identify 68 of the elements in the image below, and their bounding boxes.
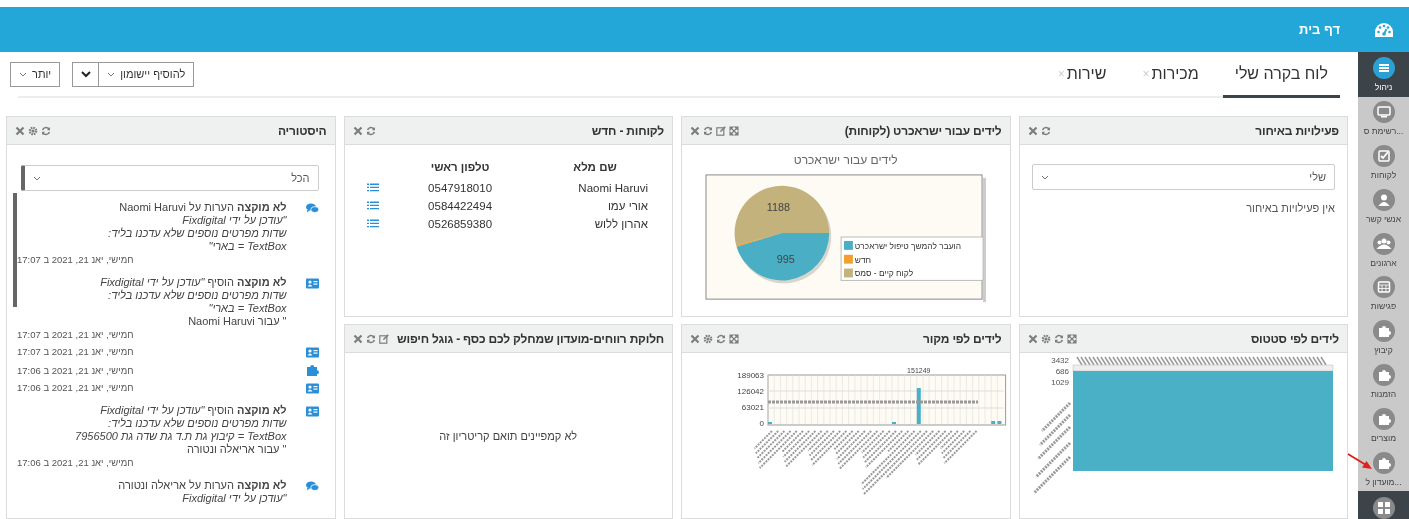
table-cell-text: אורי עמו: [606, 199, 649, 214]
sidebar-item[interactable]: מוצרים: [1358, 403, 1409, 448]
empty-message: לא קמפיינים תואם קריטריון זה: [439, 429, 578, 442]
sidebar-item[interactable]: רשימת ס...: [1358, 96, 1409, 141]
history-text: שדות מפרטים נוספים שלא עדכנו בליד:: [108, 417, 287, 430]
sidebar-item[interactable]: ניהול: [1358, 52, 1409, 97]
axis-tick-label: 686: [1055, 367, 1069, 376]
table-cell-text: 0526859380: [427, 217, 494, 232]
empty-message: אין פעילויות באיחור: [1245, 202, 1335, 214]
timestamp: חמישי, יאנ 21, 2021 ב 17:07: [17, 253, 134, 266]
panel-title: לקוחות - חדש: [591, 123, 664, 138]
history-text: "עודכן על ידי Fixdigital: [181, 214, 287, 227]
axis-tick-label: 63021: [741, 403, 764, 412]
timestamp: חמישי, יאנ 21, 2021 ב 17:06: [17, 381, 134, 394]
filter-dropdown[interactable]: הכל: [21, 165, 319, 191]
panel-title: לידים לפי סטטוס: [1250, 331, 1339, 346]
history-text: לא מוקצה הערות על אריאלה ונטורה: [117, 479, 287, 492]
history-text: לא מוקצה הערות על Naomi Haruvi: [118, 201, 287, 214]
panel-title: פעילויות באיחור: [1255, 123, 1339, 138]
chart-title: לידים עבור ישראכרט: [793, 153, 898, 167]
timestamp: חמישי, יאנ 21, 2021 ב 17:07: [17, 328, 134, 341]
history-text: TextBox = בארי": [207, 240, 287, 253]
history-text: "עודכן על ידי Fixdigital: [181, 492, 287, 505]
filter-dropdown[interactable]: שלי: [1031, 164, 1335, 190]
panel-title: לידים לפי מקור: [923, 331, 1002, 346]
timestamp: חמישי, יאנ 21, 2021 ב 17:06: [17, 364, 134, 377]
sidebar-item[interactable]: ארגונים: [1358, 228, 1409, 272]
sidebar-item[interactable]: אנשי קשר: [1358, 184, 1409, 229]
data-label: 1188: [766, 201, 790, 214]
timestamp: חמישי, יאנ 21, 2021 ב 17:06: [17, 456, 134, 469]
table-cell-text: אהרון ללוש: [593, 217, 649, 232]
panel-title: היסטוריה: [277, 123, 327, 138]
page-title: דף בית: [1299, 22, 1340, 37]
axis-tick-label: 126042: [736, 387, 764, 396]
panel-title: לידים עבור ישראכרט (לקוחות): [844, 123, 1002, 138]
axis-tick-label: 3432: [1051, 356, 1069, 365]
sidebar-item[interactable]: קיבוץ: [1358, 315, 1409, 360]
axis-tick-label: 1029: [1051, 378, 1069, 387]
panel-title: חלוקת רווחים-מועדון שמחלק לכם כסף - גוגל חיפוש: [397, 331, 664, 346]
table-cell-text: 0584422494: [427, 199, 494, 214]
column-header: שם מלא: [572, 160, 618, 175]
axis-tick-label: 0: [759, 419, 764, 428]
sidebar-item[interactable]: הזמנות: [1358, 359, 1409, 404]
sidebar-item[interactable]: לקוחות: [1358, 140, 1409, 185]
history-text: לא מוקצה הוסיף "עודכן על ידי Fixdigital: [99, 276, 287, 289]
legend-label: חדש: [854, 254, 871, 265]
data-label: 995: [776, 252, 795, 265]
tab[interactable]: שירות×: [1045, 52, 1119, 98]
history-text: לא מוקצה הוסיף "עודכן על ידי Fixdigital: [99, 404, 287, 417]
legend-label: הועבר להמשך טיפול ישראכרט: [854, 240, 961, 251]
sidebar-item[interactable]: פגישות: [1358, 272, 1409, 316]
history-text: " עבור Naomi Haruvi: [187, 315, 287, 328]
history-text: " עבור אריאלה ונטורה: [186, 443, 287, 456]
axis-tick-label: 189063: [736, 371, 764, 380]
more-button[interactable]: יותר: [10, 61, 61, 87]
history-text: TextBox = בארי": [207, 302, 287, 315]
timestamp: חמישי, יאנ 21, 2021 ב 17:07: [17, 345, 134, 358]
history-text: שדות מפרטים נוספים שלא עדכנו בליד:: [108, 289, 287, 302]
column-header: טלפון ראשי: [429, 160, 491, 175]
history-text: שדות מפרטים נוספים שלא עדכנו בליד:: [107, 227, 287, 240]
tab[interactable]: מכירות×: [1130, 52, 1211, 98]
table-cell-text: 0547918010: [427, 181, 494, 196]
add-widget-button[interactable]: להוסיף יישומון: [98, 61, 195, 87]
table-cell-text: Naomi Haruvi: [577, 181, 649, 196]
history-text: TextBox = קיבוץ גת ת.ד גת שדה גת 7956500: [74, 430, 287, 443]
sidebar-item[interactable]: מועדון ל...: [1358, 447, 1409, 491]
legend-label: לקוח קיים - סמס: [854, 268, 913, 279]
tab[interactable]: לוח בקרה שלי: [1222, 52, 1340, 98]
